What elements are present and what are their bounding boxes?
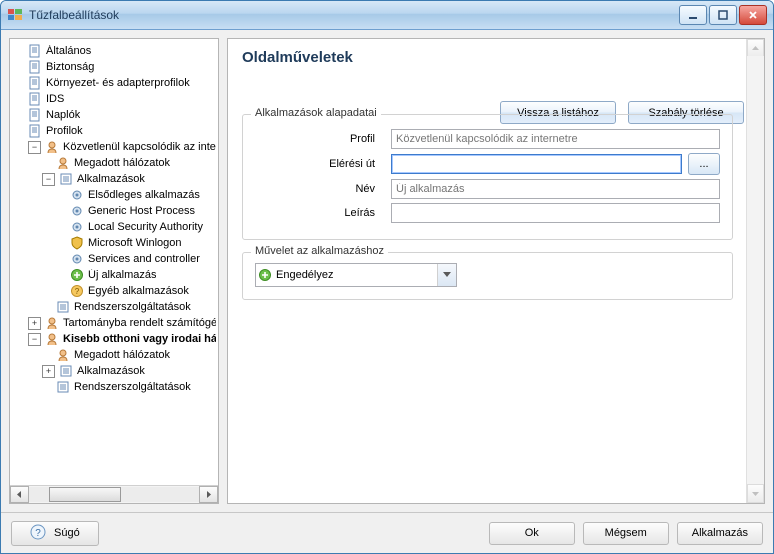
list-icon [58, 363, 74, 379]
ok-button[interactable]: Ok [489, 522, 575, 545]
tree-item-soho-sys[interactable]: Rendszerszolgáltatások [12, 379, 218, 395]
user-icon [44, 315, 60, 331]
tree-item-profile-soho[interactable]: −Kisebb otthoni vagy irodai hálózat [12, 331, 218, 347]
name-field[interactable] [391, 179, 720, 199]
profile-field [391, 129, 720, 149]
gear-icon [69, 187, 85, 203]
desc-label: Leírás [255, 207, 391, 219]
browse-button[interactable]: ... [688, 153, 720, 175]
page-icon [27, 75, 43, 91]
group-basic-legend: Alkalmazások alapadatai [251, 107, 381, 119]
tree-item-direct-sys[interactable]: Rendszerszolgáltatások [12, 299, 218, 315]
list-icon [58, 171, 74, 187]
close-button[interactable] [739, 5, 767, 25]
tree-item-direct-apps[interactable]: −Alkalmazások [12, 171, 218, 187]
tree-item-app-primary[interactable]: Elsődleges alkalmazás [12, 187, 218, 203]
scroll-thumb[interactable] [49, 487, 121, 502]
tree-item-direct-networks[interactable]: Megadott hálózatok [12, 155, 218, 171]
scroll-left-icon[interactable] [10, 486, 29, 503]
group-action-legend: Művelet az alkalmazáshoz [251, 245, 388, 257]
tree-horizontal-scrollbar[interactable] [10, 485, 218, 503]
scroll-down-icon[interactable] [747, 484, 764, 503]
page-icon [27, 59, 43, 75]
navigation-tree-panel: Általános Biztonság Környezet- és adapte… [9, 38, 219, 504]
list-icon [55, 299, 71, 315]
tree-item-profile-direct[interactable]: −Közvetlenül kapcsolódik az internetre [12, 139, 218, 155]
user-icon [44, 331, 60, 347]
tree-item-soho-apps[interactable]: +Alkalmazások [12, 363, 218, 379]
firewall-icon [7, 7, 23, 23]
titlebar: Tűzfalbeállítások [1, 1, 773, 30]
collapse-icon[interactable]: − [28, 333, 41, 346]
maximize-button[interactable] [709, 5, 737, 25]
tree-item-app-new[interactable]: Új alkalmazás [12, 267, 218, 283]
name-label: Név [255, 183, 391, 195]
gear-icon [69, 219, 85, 235]
list-icon [55, 379, 71, 395]
tree-item-soho-networks[interactable]: Megadott hálózatok [12, 347, 218, 363]
minimize-button[interactable] [679, 5, 707, 25]
path-label: Elérési út [255, 158, 391, 170]
help-icon: ? [30, 524, 46, 543]
user-icon [55, 155, 71, 171]
svg-text:?: ? [75, 287, 80, 296]
page-icon [27, 43, 43, 59]
svg-text:?: ? [35, 528, 41, 539]
collapse-icon[interactable]: − [28, 141, 41, 154]
detail-vertical-scrollbar[interactable] [746, 39, 764, 503]
desc-field[interactable] [391, 203, 720, 223]
tree-item-app-winlogon[interactable]: Microsoft Winlogon [12, 235, 218, 251]
user-icon [55, 347, 71, 363]
page-icon [27, 107, 43, 123]
collapse-icon[interactable]: − [42, 173, 55, 186]
allow-icon [256, 268, 274, 282]
group-basic-data: Alkalmazások alapadatai Profil Elérési ú… [242, 114, 733, 240]
tree-item-app-services[interactable]: Services and controller [12, 251, 218, 267]
client-area: Általános Biztonság Környezet- és adapte… [1, 30, 773, 553]
navigation-tree[interactable]: Általános Biztonság Környezet- és adapte… [10, 39, 218, 485]
group-action: Művelet az alkalmazáshoz Engedélyez [242, 252, 733, 300]
gear-icon [69, 251, 85, 267]
profile-label: Profil [255, 133, 391, 145]
page-icon [27, 91, 43, 107]
action-select-label: Engedélyez [274, 269, 437, 281]
tree-item-profile-domain[interactable]: +Tartományba rendelt számítógép [12, 315, 218, 331]
tree-item-app-lsa[interactable]: Local Security Authority [12, 219, 218, 235]
dialog-footer: ? Súgó Ok Mégsem Alkalmazás [1, 512, 773, 553]
scroll-right-icon[interactable] [199, 486, 218, 503]
scroll-track[interactable] [747, 56, 764, 486]
tree-item-security[interactable]: Biztonság [12, 59, 218, 75]
question-icon: ? [69, 283, 85, 299]
cancel-button[interactable]: Mégsem [583, 522, 669, 545]
tree-item-app-ghp[interactable]: Generic Host Process [12, 203, 218, 219]
tree-item-profiles[interactable]: Profilok [12, 123, 218, 139]
window-title: Tűzfalbeállítások [29, 8, 679, 22]
scroll-track[interactable] [29, 487, 199, 502]
tree-item-general[interactable]: Általános [12, 43, 218, 59]
shield-icon [69, 235, 85, 251]
tree-item-app-other[interactable]: ?Egyéb alkalmazások [12, 283, 218, 299]
gear-icon [69, 203, 85, 219]
page-icon [27, 123, 43, 139]
expand-icon[interactable]: + [28, 317, 41, 330]
apply-button[interactable]: Alkalmazás [677, 522, 763, 545]
tree-item-logs[interactable]: Naplók [12, 107, 218, 123]
chevron-down-icon [437, 264, 456, 286]
tree-item-ids[interactable]: IDS [12, 91, 218, 107]
user-icon [44, 139, 60, 155]
path-field[interactable] [391, 154, 682, 174]
add-icon [69, 267, 85, 283]
window: Tűzfalbeállítások Általános Biztonság Kö… [0, 0, 774, 554]
tree-item-env-adapter[interactable]: Környezet- és adapterprofilok [12, 75, 218, 91]
detail-panel: Oldalműveletek Vissza a listához Szabály… [227, 38, 765, 504]
action-select[interactable]: Engedélyez [255, 263, 457, 287]
help-button[interactable]: ? Súgó [11, 521, 99, 546]
page-title: Oldalműveletek [242, 49, 750, 66]
help-label: Súgó [54, 527, 80, 539]
expand-icon[interactable]: + [42, 365, 55, 378]
